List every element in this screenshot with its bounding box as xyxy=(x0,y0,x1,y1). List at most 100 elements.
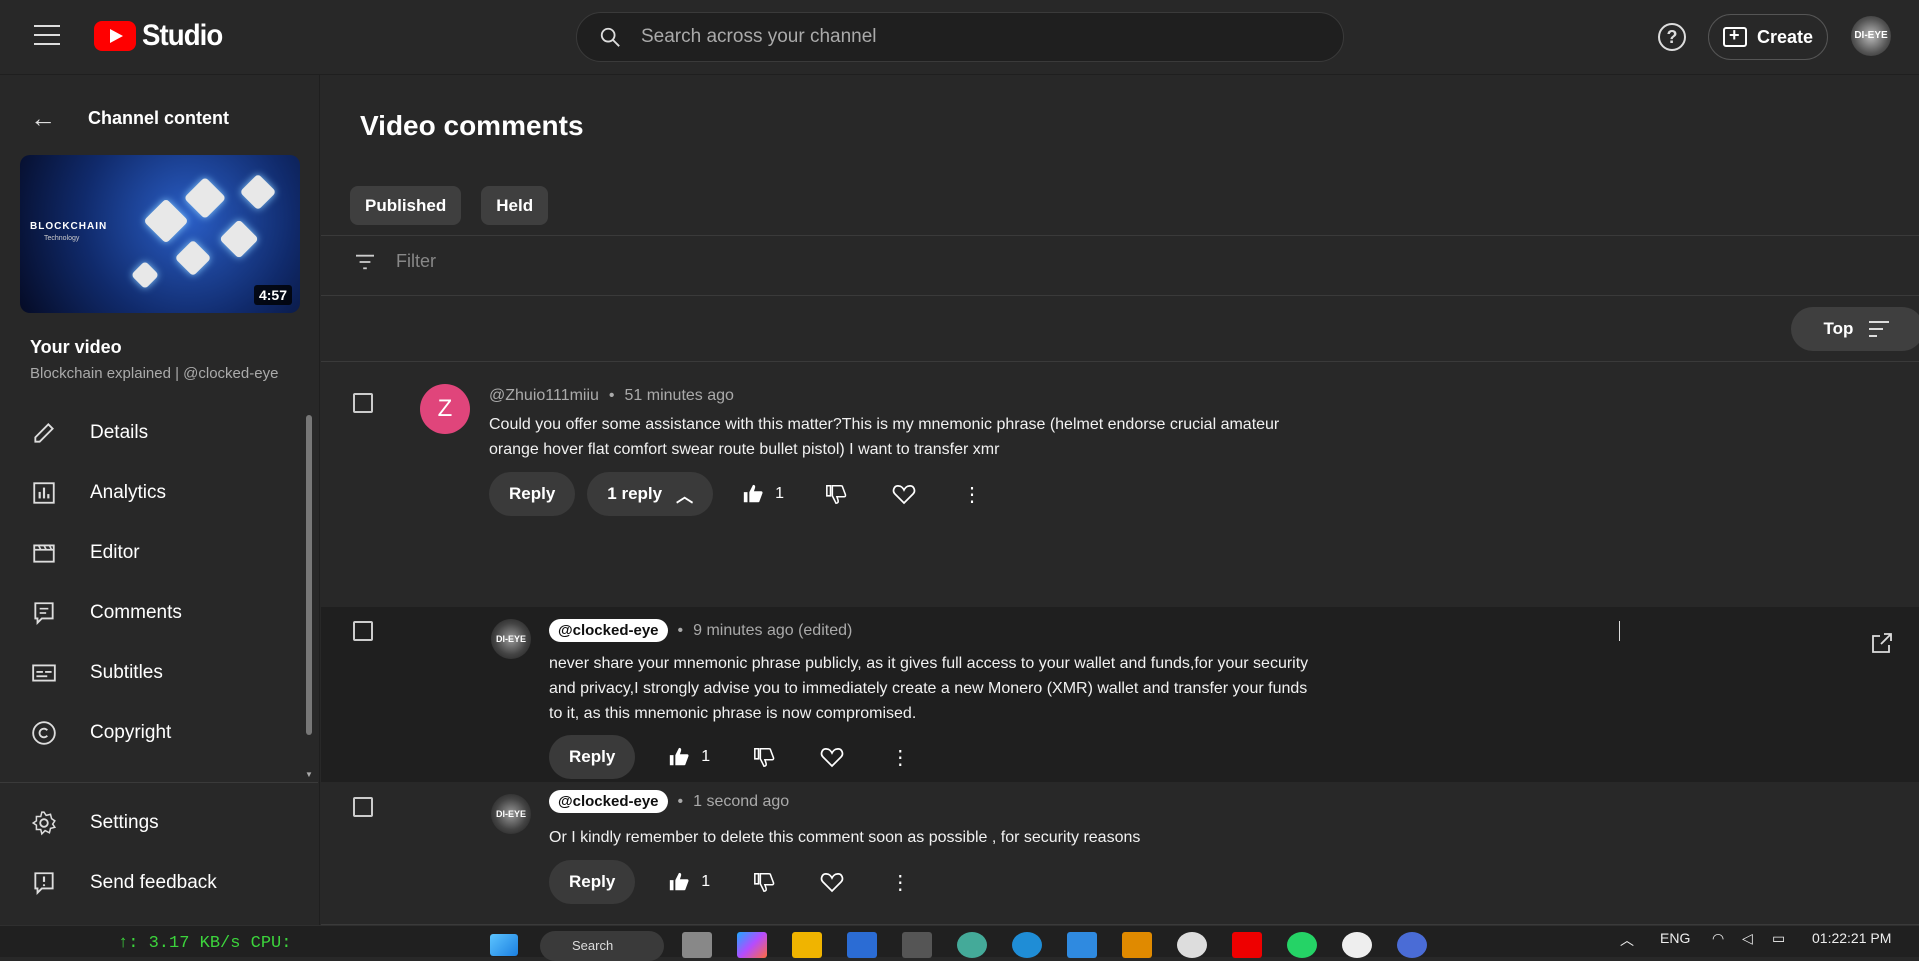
file-explorer-icon[interactable] xyxy=(792,932,822,958)
comment-author[interactable]: @Zhuio111miiu xyxy=(489,387,599,405)
windows-start-icon[interactable] xyxy=(490,934,518,956)
tab-held[interactable]: Held xyxy=(481,186,549,225)
dislike-icon[interactable] xyxy=(822,480,850,508)
back-arrow-icon: ← xyxy=(30,103,56,133)
heart-icon[interactable] xyxy=(818,743,846,771)
more-options-icon[interactable]: ⋮ xyxy=(958,480,986,508)
tab-published[interactable]: Published xyxy=(350,186,462,225)
comment-meta: @clocked-eye • 9 minutes ago (edited) xyxy=(549,619,852,642)
comment-time: 51 minutes ago xyxy=(624,387,734,404)
analytics-icon xyxy=(30,479,58,507)
help-icon[interactable]: ? xyxy=(1658,23,1686,51)
like-icon[interactable] xyxy=(739,480,767,508)
sidebar-scrollbar[interactable] xyxy=(306,415,312,735)
thumbnail-cube xyxy=(183,176,227,220)
reply-button[interactable]: Reply xyxy=(549,860,636,904)
comment-text: Or I kindly remember to delete this comm… xyxy=(549,829,1141,846)
search-bar[interactable] xyxy=(576,12,1344,62)
chevron-up-icon[interactable]: ︿ xyxy=(1620,930,1634,950)
filter-icon[interactable] xyxy=(354,253,376,271)
reply-button[interactable]: Reply xyxy=(549,735,636,779)
copilot-icon[interactable] xyxy=(737,932,767,958)
language-indicator[interactable]: ENG xyxy=(1660,930,1690,946)
youtube-icon[interactable] xyxy=(1232,932,1262,958)
more-options-icon[interactable]: ⋮ xyxy=(886,743,914,771)
back-to-channel-content[interactable]: ← Channel content xyxy=(30,103,229,134)
page-title: Video comments xyxy=(360,110,584,141)
dislike-icon[interactable] xyxy=(750,743,778,771)
sidebar-item-subtitles[interactable]: Subtitles xyxy=(0,643,305,703)
sidebar: ← Channel content BLOCKCHAIN Technology … xyxy=(0,75,320,925)
sidebar-item-send-feedback[interactable]: Send feedback xyxy=(0,853,305,913)
like-icon[interactable] xyxy=(665,743,693,771)
terminal-icon[interactable] xyxy=(902,932,932,958)
sidebar-item-editor[interactable]: Editor xyxy=(0,523,305,583)
wifi-icon[interactable]: ◠ xyxy=(1712,930,1724,947)
app-icon[interactable] xyxy=(1397,932,1427,958)
sidebar-item-details[interactable]: Details xyxy=(0,403,305,463)
chrome-icon[interactable] xyxy=(1177,932,1207,958)
reply-button[interactable]: Reply xyxy=(489,472,576,516)
sidebar-item-label: Copyright xyxy=(90,722,172,743)
avatar[interactable]: Z xyxy=(420,384,470,434)
like-count: 1 xyxy=(701,748,711,765)
youtube-logo-icon xyxy=(94,21,136,51)
edge-icon[interactable] xyxy=(1012,932,1042,958)
comment-actions: Reply 1 ⋮ xyxy=(549,860,914,904)
like-icon[interactable] xyxy=(665,868,693,896)
back-label: Channel content xyxy=(88,108,230,128)
app-icon[interactable] xyxy=(1122,932,1152,958)
subtitles-icon xyxy=(30,659,58,687)
clock[interactable]: 01:22:21 PM xyxy=(1812,930,1891,946)
channel-owner-badge[interactable]: @clocked-eye xyxy=(549,619,668,642)
your-video-heading: Your video xyxy=(30,337,122,357)
thumbnail-subtitle: Technology xyxy=(44,235,80,242)
select-checkbox[interactable] xyxy=(353,797,373,817)
comment-meta: @clocked-eye • 1 second ago xyxy=(549,790,789,813)
account-avatar[interactable]: DI-EYE xyxy=(1851,16,1891,56)
vscode-icon[interactable] xyxy=(1067,932,1097,958)
select-checkbox[interactable] xyxy=(353,393,373,413)
more-options-icon[interactable]: ⋮ xyxy=(886,868,914,896)
sidebar-item-comments[interactable]: Comments xyxy=(0,583,305,643)
reply-row: DI-EYE @clocked-eye • 1 second ago Or I … xyxy=(321,782,1919,925)
menu-icon[interactable] xyxy=(34,25,60,47)
store-icon[interactable] xyxy=(847,932,877,958)
heart-icon[interactable] xyxy=(818,868,846,896)
comment-icon xyxy=(30,599,58,627)
pencil-icon xyxy=(30,419,58,447)
sidebar-item-analytics[interactable]: Analytics xyxy=(0,463,305,523)
text-cursor xyxy=(1619,621,1620,641)
open-in-new-icon[interactable] xyxy=(1870,631,1894,660)
avatar[interactable]: DI-EYE xyxy=(491,619,531,659)
sidebar-item-settings[interactable]: Settings xyxy=(0,793,305,853)
comment-time: 1 second ago xyxy=(693,792,790,810)
select-checkbox[interactable] xyxy=(353,621,373,641)
replies-toggle-button[interactable]: 1 reply ︿ xyxy=(587,472,714,516)
filter-input[interactable] xyxy=(396,251,796,272)
task-view-icon[interactable] xyxy=(682,932,712,958)
heart-icon[interactable] xyxy=(890,480,918,508)
sort-button[interactable]: Top xyxy=(1791,307,1919,351)
thumbnail-cube xyxy=(174,239,212,277)
create-button[interactable]: Create xyxy=(1708,14,1828,60)
studio-logo[interactable]: Studio xyxy=(94,19,229,53)
scroll-down-icon[interactable]: ▼ xyxy=(305,770,313,779)
channel-owner-badge[interactable]: @clocked-eye xyxy=(549,790,668,813)
chevron-up-icon: ︿ xyxy=(676,486,694,506)
sidebar-item-copyright[interactable]: Copyright xyxy=(0,703,305,763)
search-input[interactable] xyxy=(641,26,1241,48)
volume-icon[interactable]: ◁ xyxy=(1742,930,1753,947)
sidebar-nav: Details Analytics Editor Comments Subtit… xyxy=(0,403,305,763)
dislike-icon[interactable] xyxy=(750,868,778,896)
battery-icon[interactable]: ▭ xyxy=(1772,930,1785,947)
comment-meta: @Zhuio111miiu • 51 minutes ago xyxy=(489,387,734,405)
avatar[interactable]: DI-EYE xyxy=(491,794,531,834)
create-label: Create xyxy=(1756,26,1814,47)
whatsapp-icon[interactable] xyxy=(1287,932,1317,958)
divider xyxy=(321,295,1919,296)
chatgpt-icon[interactable] xyxy=(957,932,987,958)
like-count: 1 xyxy=(775,485,785,502)
video-thumbnail[interactable]: BLOCKCHAIN Technology 4:57 xyxy=(20,155,300,313)
github-icon[interactable] xyxy=(1342,932,1372,958)
